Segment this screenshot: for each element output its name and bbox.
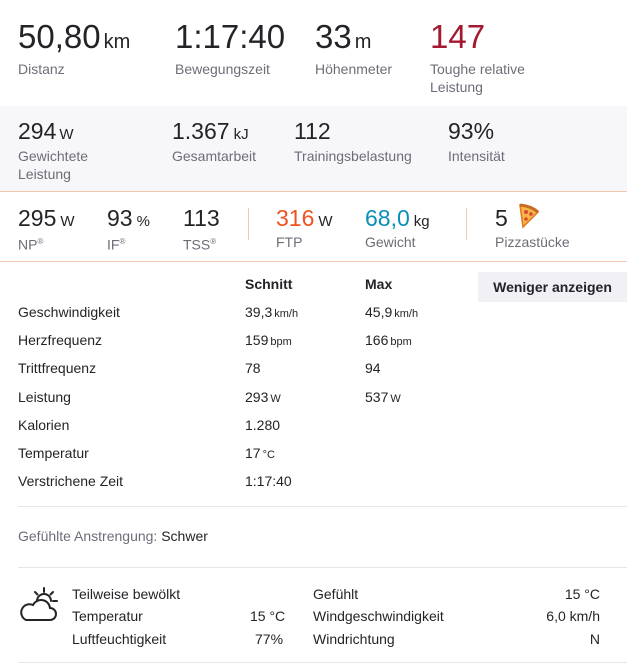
perceived-exertion-value: Schwer [161,528,208,544]
weather-humidity-value: 77% [255,631,284,647]
row-max-number: 537 [365,389,389,405]
row-max-value [365,472,367,492]
weather-wind-dir-value: N [589,631,600,647]
elevation-value: 33 m [315,18,372,55]
distance-label: Distanz [18,61,65,77]
row-avg-unit: bpm [270,336,292,348]
total-work-value: 1.367 kJ [172,118,249,144]
row-avg-number: 293 [245,389,269,405]
row-max-unit: km/h [394,308,419,320]
intensity-label: Intensität [448,148,505,164]
total-work-label: Gesamtarbeit [172,148,257,164]
relative-effort-label: Toughe relative [430,61,525,77]
col-header-avg: Schnitt [245,276,293,292]
row-max-unit: bpm [390,336,412,348]
weighted-power-label-2: Leistung [18,166,71,182]
weather-wind-speed-value: 6,0 km/h [546,608,600,624]
row-label: Trittfrequenz [18,360,97,376]
show-less-button[interactable]: Weniger anzeigen [478,272,627,302]
row-avg-number: 159 [245,332,269,348]
weighted-power-value: 294 W [18,118,74,144]
divider-bottom [18,662,627,663]
weather-temperature-value: 15 °C [250,608,286,624]
training-load-label: Trainingsbelastung [294,148,412,164]
row-max-value: 45,9 km/h [365,303,418,323]
row-max-number: 45,9 [365,304,393,320]
ftp-label: FTP [276,234,303,250]
weather-temperature-label: Temperatur [72,608,143,624]
pizza-label: Pizzastücke [495,234,570,250]
pizza-value: 5 [495,205,508,231]
weather-wind-dir-label: Windrichtung [313,631,395,647]
intensity-value: 93% [448,118,495,144]
np-value: 295 W [18,205,75,231]
row-avg-number: 39,3 [245,304,273,320]
row-max-number: 166 [365,332,389,348]
row-max-value: 166 bpm [365,331,412,351]
np-label: NP® [18,236,44,253]
row-label: Temperatur [18,445,89,461]
row-label: Geschwindigkeit [18,304,120,320]
divider-weather [18,567,627,568]
row-avg-value: 293 W [245,388,281,408]
moving-time-value: 1:17:40 [175,18,286,55]
training-load-value: 112 [294,118,331,144]
if-value: 93% [107,205,150,231]
row-avg-value: 159 bpm [245,331,292,351]
metrics-divider-2 [466,208,467,240]
row-max-value [365,444,367,464]
row-avg-number: 1:17:40 [245,473,292,489]
perceived-exertion: Gefühlte Anstrengung: Schwer [18,528,208,544]
pizza-icon [517,203,541,229]
row-label: Verstrichene Zeit [18,473,124,489]
ftp-value: 316 W [276,205,333,231]
row-label: Herzfrequenz [18,332,103,348]
row-avg-value: 39,3 km/h [245,303,298,323]
moving-time-label: Bewegungszeit [175,61,270,77]
elevation-label: Höhenmeter [315,61,393,77]
row-max-value: 537 W [365,388,401,408]
row-max-unit: W [390,393,401,405]
row-avg-number: 17 [245,445,261,461]
row-max-number: 94 [365,360,381,376]
weight-value: 68,0 kg [365,205,430,231]
if-label: IF® [107,236,126,253]
row-max-value: 94 [365,359,383,379]
weather-feels-label: Gefühlt [313,586,359,602]
weighted-power-label: Gewichtete [18,148,89,164]
tss-value: 113 [183,205,220,231]
row-avg-unit: km/h [274,308,299,320]
row-avg-unit: W [270,393,281,405]
row-avg-number: 1.280 [245,417,281,433]
relative-effort-label-2: Leistung [430,79,483,95]
weather-humidity-label: Luftfeuchtigkeit [72,631,167,647]
col-header-max: Max [365,276,393,292]
relative-effort-value[interactable]: 147 [430,19,485,55]
metrics-divider-1 [248,208,249,240]
row-max-value [365,416,367,436]
weight-label: Gewicht [365,234,416,250]
row-avg-number: 78 [245,360,261,376]
tss-label: TSS® [183,236,217,253]
distance-value: 50,80 km [18,18,131,55]
row-avg-value: 1:17:40 [245,472,294,492]
weather-condition: Teilweise bewölkt [72,586,181,602]
perceived-exertion-label: Gefühlte Anstrengung: [18,528,158,544]
row-avg-unit: °C [262,449,275,461]
row-label: Leistung [18,389,71,405]
row-avg-value: 17 °C [245,444,275,464]
row-avg-value: 1.280 [245,416,282,436]
weather-wind-speed-label: Windgeschwindigkeit [313,608,444,624]
row-avg-value: 78 [245,359,263,379]
partly-cloudy-icon [18,586,60,626]
row-label: Kalorien [18,417,70,433]
divider-exertion [18,506,627,507]
weather-feels-value: 15 °C [564,586,600,602]
